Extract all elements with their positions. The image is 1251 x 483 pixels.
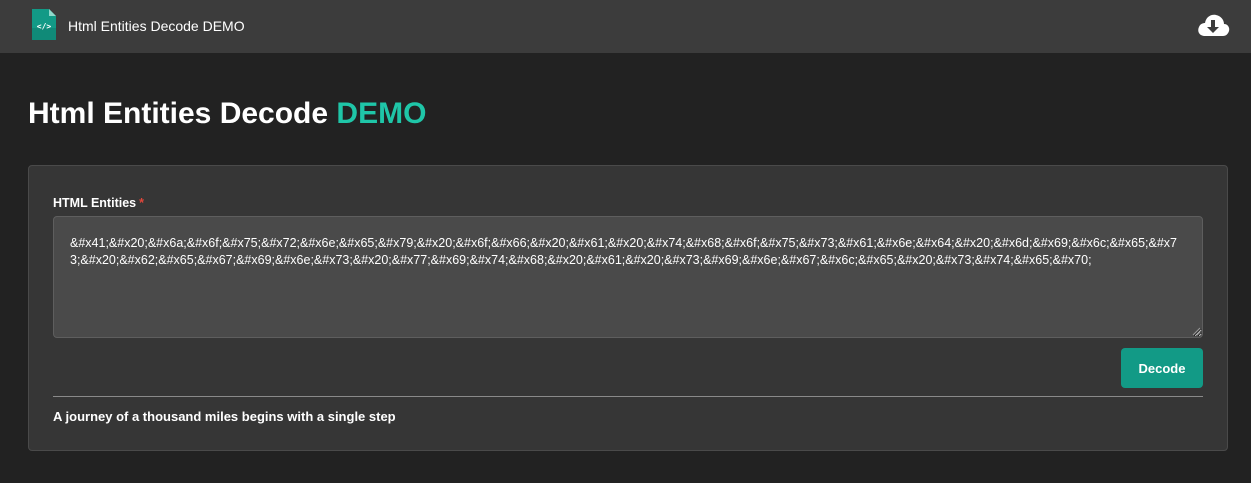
page-title-prefix: Html Entities Decode (28, 97, 329, 130)
svg-text:</>: </> (37, 22, 52, 31)
resize-grip-icon[interactable] (1192, 327, 1201, 336)
html-entities-label-text: HTML Entities (53, 196, 137, 210)
html-entities-input[interactable] (53, 216, 1203, 338)
decode-card: HTML Entities* Decode A journey of a tho… (28, 165, 1228, 451)
divider (53, 396, 1203, 397)
cloud-download-icon[interactable] (1196, 12, 1230, 40)
top-bar: </> Html Entities Decode DEMO (0, 0, 1251, 53)
decode-button[interactable]: Decode (1121, 348, 1203, 388)
decoded-output: A journey of a thousand miles begins wit… (53, 409, 396, 424)
page-title: Html Entities Decode DEMO (28, 94, 426, 134)
html-entities-label: HTML Entities * (53, 195, 144, 211)
page-title-accent: DEMO (336, 97, 427, 130)
required-marker: * (139, 196, 144, 210)
app-title: Html Entities Decode DEMO (68, 18, 245, 34)
code-file-icon: </> (32, 9, 56, 40)
